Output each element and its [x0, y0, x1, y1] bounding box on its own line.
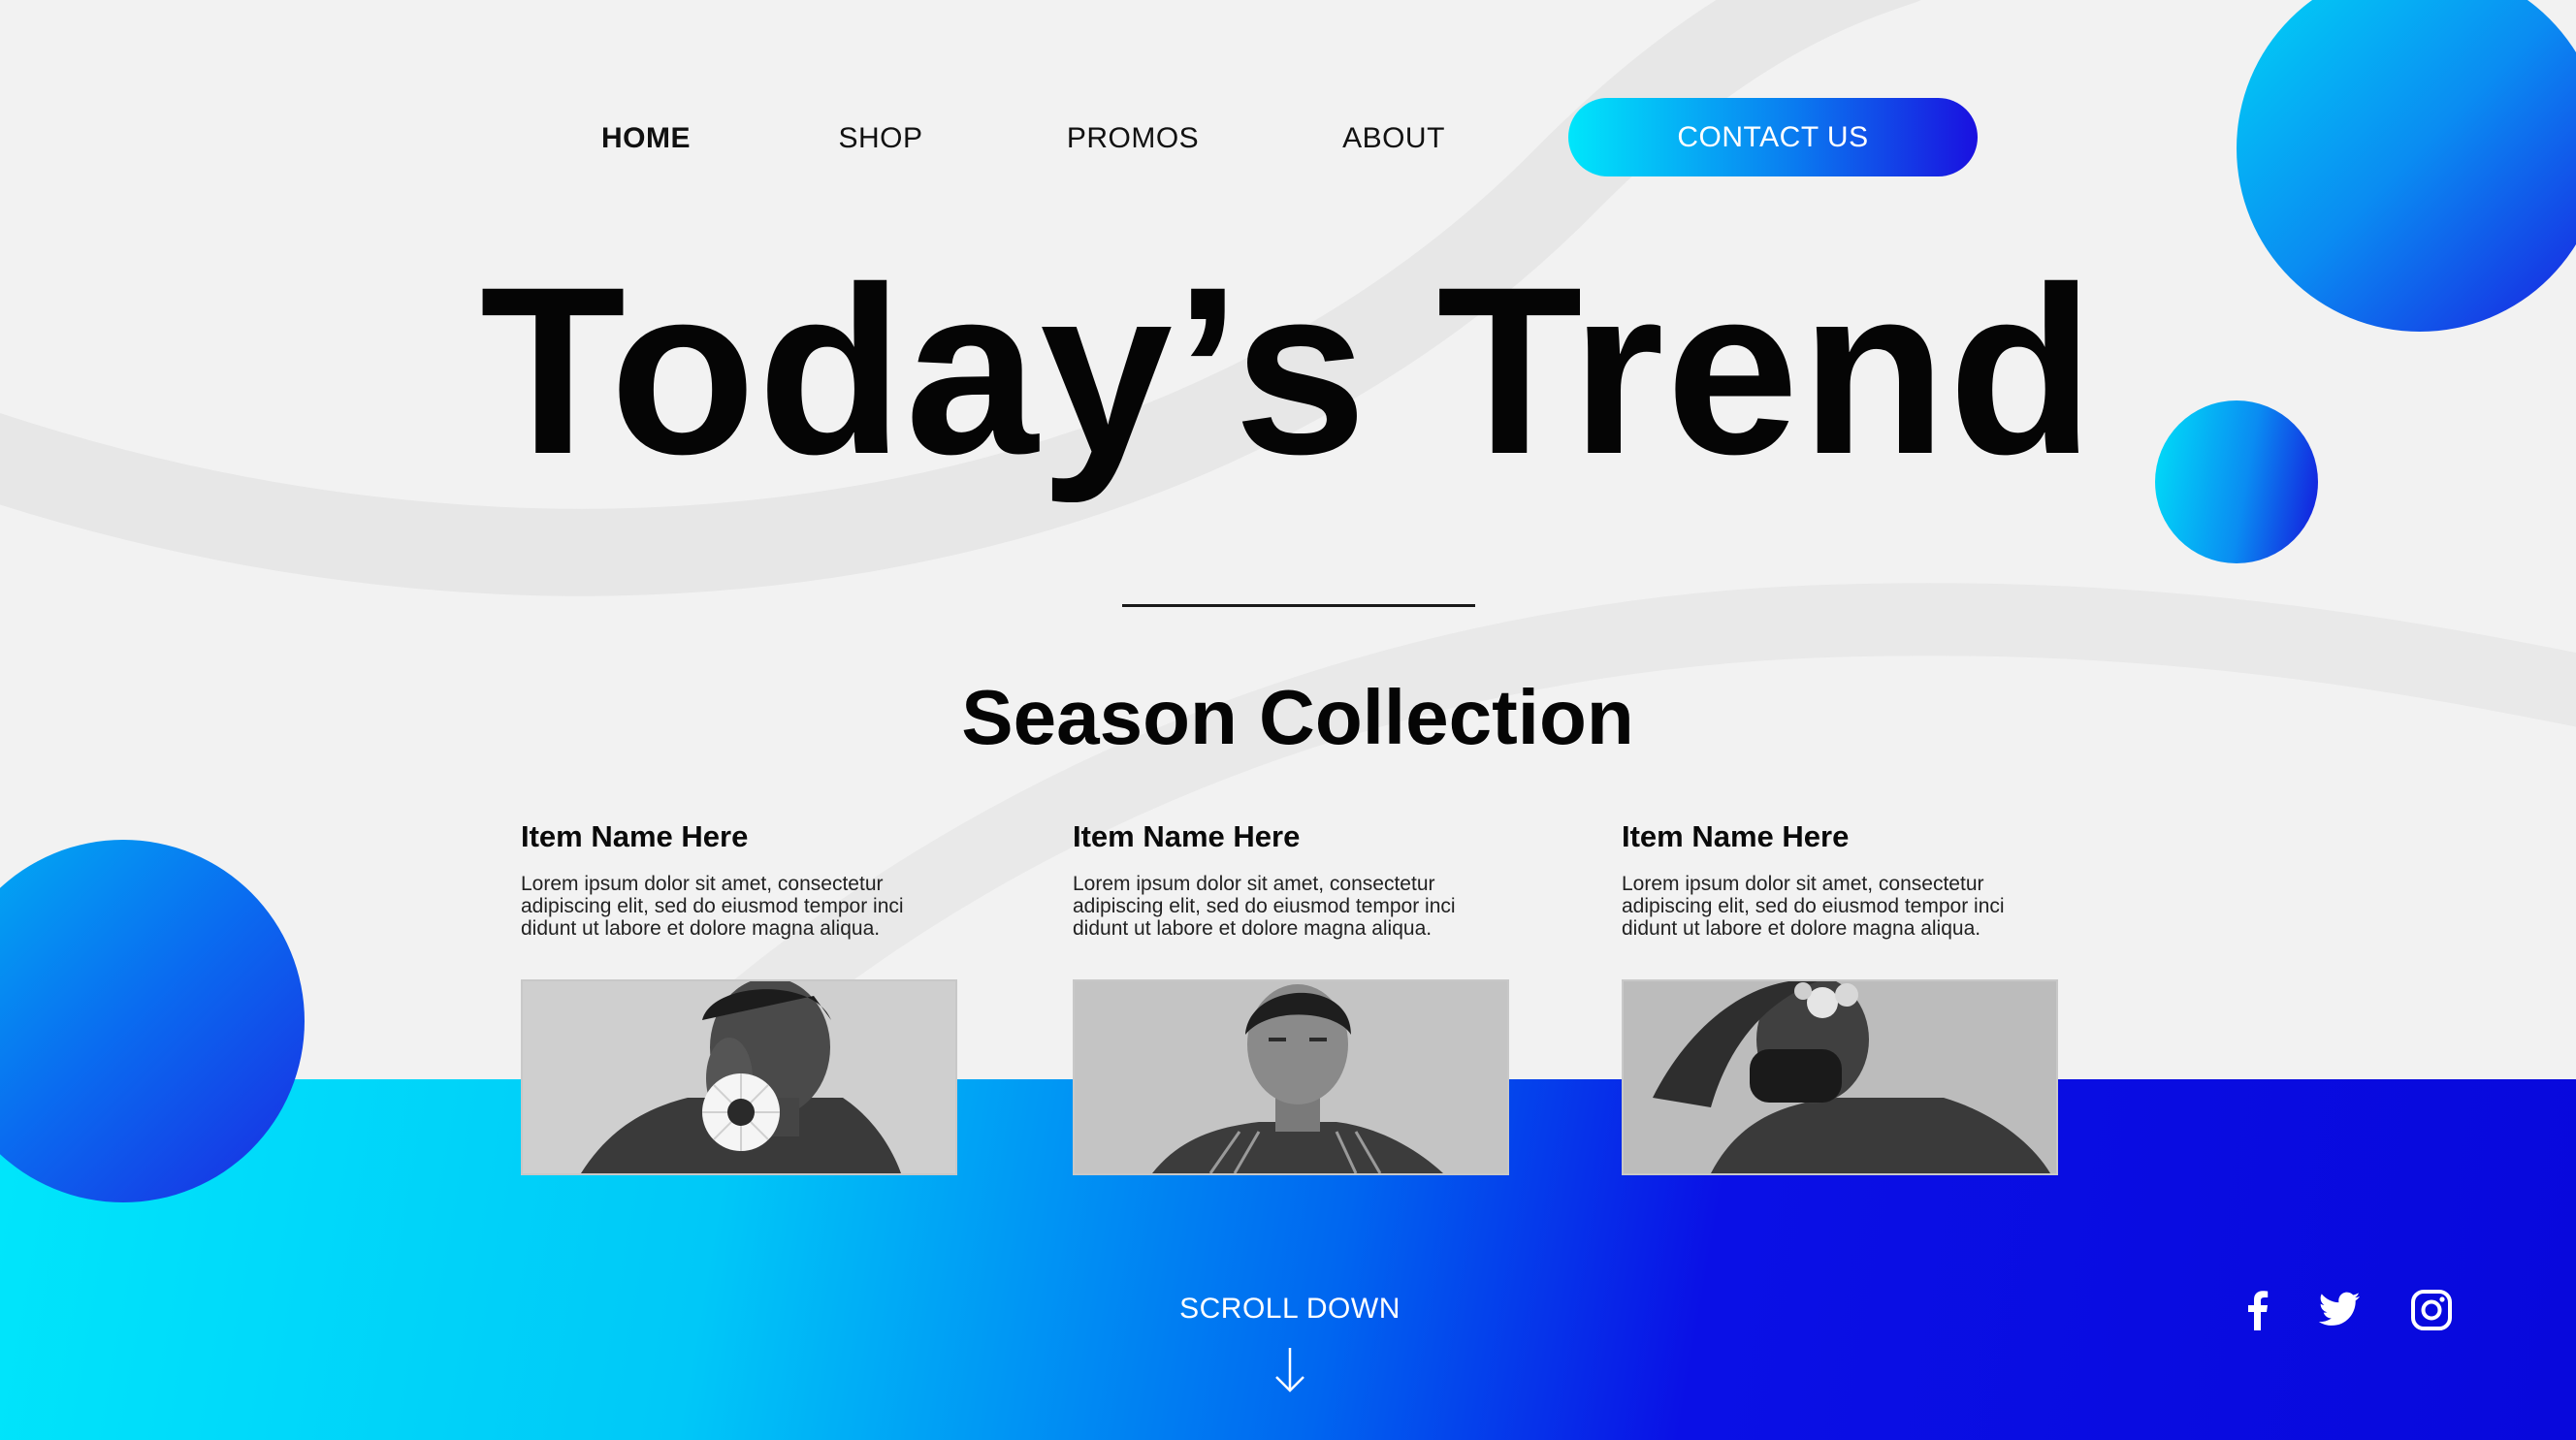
- nav-promos[interactable]: PROMOS: [1067, 122, 1199, 155]
- item-description: Lorem ipsum dolor sit amet, consectetur …: [521, 873, 904, 940]
- item-photo-man-holding-flower[interactable]: [521, 979, 957, 1175]
- item-name[interactable]: Item Name Here: [521, 820, 959, 853]
- collection-item: Item Name Here Lorem ipsum dolor sit ame…: [1073, 820, 1511, 1175]
- landing-page: HOME SHOP PROMOS ABOUT CONTACT US Today’…: [0, 0, 2576, 1440]
- instagram-icon[interactable]: [2409, 1288, 2454, 1332]
- nav-home[interactable]: HOME: [601, 122, 691, 155]
- contact-us-label: CONTACT US: [1677, 120, 1869, 153]
- arrow-down-icon[interactable]: [1272, 1346, 1307, 1394]
- nav-shop[interactable]: SHOP: [838, 122, 922, 155]
- twitter-icon[interactable]: [2317, 1288, 2362, 1332]
- section-title: Season Collection: [961, 674, 1634, 760]
- scroll-down-label[interactable]: SCROLL DOWN: [1179, 1293, 1401, 1326]
- title-divider: [1122, 604, 1475, 607]
- collection-item: Item Name Here Lorem ipsum dolor sit ame…: [1622, 820, 2060, 1175]
- item-description: Lorem ipsum dolor sit amet, consectetur …: [1622, 873, 2005, 940]
- collection-item: Item Name Here Lorem ipsum dolor sit ame…: [521, 820, 959, 1175]
- nav-about[interactable]: ABOUT: [1342, 122, 1445, 155]
- facebook-icon[interactable]: [2236, 1288, 2280, 1332]
- contact-us-button[interactable]: CONTACT US: [1568, 98, 1978, 176]
- hero-title: Today’s Trend: [479, 238, 2097, 504]
- item-photo-man-portrait[interactable]: [1073, 979, 1509, 1175]
- item-name[interactable]: Item Name Here: [1622, 820, 2060, 853]
- item-description: Lorem ipsum dolor sit amet, consectetur …: [1073, 873, 1456, 940]
- item-photo-man-with-mask[interactable]: [1622, 979, 2058, 1175]
- item-name[interactable]: Item Name Here: [1073, 820, 1511, 853]
